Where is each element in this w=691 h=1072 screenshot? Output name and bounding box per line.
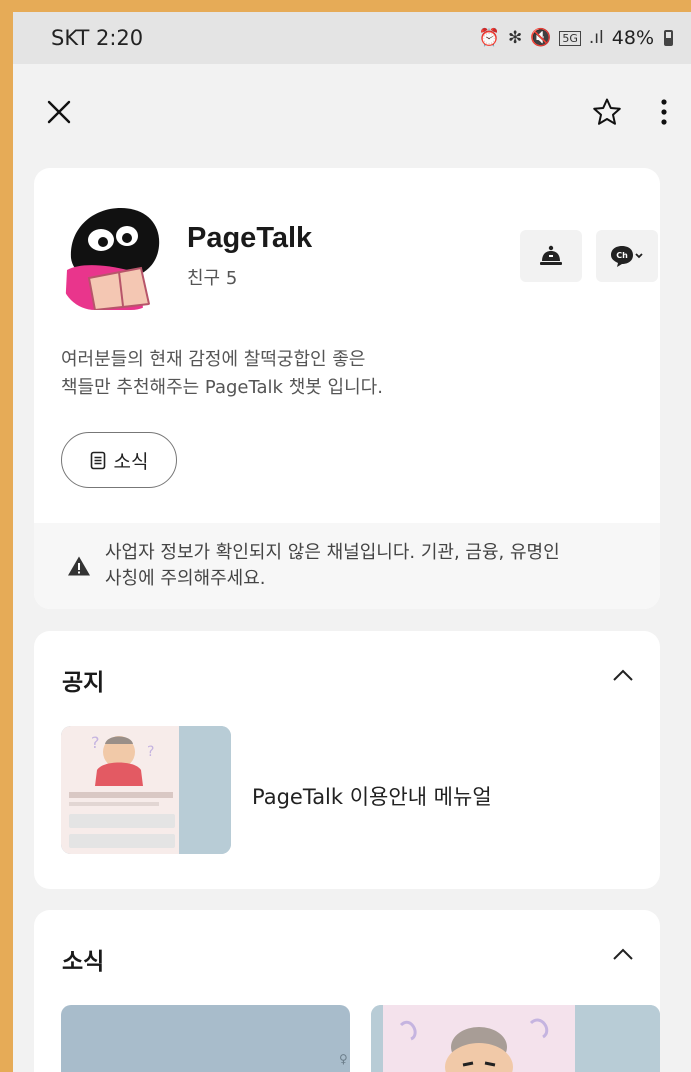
- svg-text:?: ?: [147, 744, 154, 760]
- warning-line: 사칭에 주의해주세요.: [105, 568, 266, 589]
- channel-chat-icon: Ch: [611, 246, 643, 267]
- profile-header: PageTalk 친구 5 Ch: [34, 168, 660, 318]
- description-line: 책들만 추천해주는 PageTalk 챗봇 입니다.: [61, 377, 383, 398]
- warning-banner: 사업자 정보가 확인되지 않은 채널입니다. 기관, 금융, 유명인 사칭에 주…: [34, 523, 660, 609]
- call-bell-button[interactable]: [520, 230, 582, 282]
- star-icon[interactable]: [587, 92, 627, 132]
- network-5g-icon: 5G: [559, 30, 581, 46]
- notice-item-title[interactable]: PageTalk 이용안내 메뉴얼: [252, 781, 492, 811]
- top-bar: [13, 64, 691, 160]
- news-section: 소식 ♀: [34, 910, 660, 1072]
- status-icons: ⏰ ✻ 🔇 5G .ıl 48%: [479, 27, 673, 49]
- more-vertical-icon[interactable]: [657, 92, 671, 132]
- news-thumbnail[interactable]: [371, 1005, 660, 1072]
- description-line: 여러분들의 현재 감정에 찰떡궁합인 좋은: [61, 349, 366, 370]
- document-icon: [90, 451, 105, 469]
- battery-icon: [664, 30, 673, 46]
- notice-thumbnail[interactable]: ? ?: [61, 726, 231, 854]
- mute-icon: 🔇: [530, 28, 552, 48]
- warning-line: 사업자 정보가 확인되지 않은 채널입니다. 기관, 금융, 유명인: [105, 542, 560, 563]
- phone-screen: SKT 2:20 ⏰ ✻ 🔇 5G .ıl 48% PageTalk 친구 5 …: [13, 12, 691, 1072]
- avatar[interactable]: [61, 200, 165, 310]
- notice-section: 공지 ? ? PageTalk 이용안내 메뉴얼: [34, 631, 660, 889]
- news-thumbnail[interactable]: ♀: [61, 1005, 350, 1072]
- signal-icon: .ıl: [588, 28, 604, 48]
- battery-percent: 48%: [611, 27, 654, 49]
- news-title: 소식: [62, 949, 105, 975]
- notice-title: 공지: [62, 670, 105, 696]
- warning-icon: [68, 556, 90, 576]
- friend-count: 친구 5: [187, 268, 238, 289]
- svg-text:?: ?: [91, 733, 100, 752]
- profile-card: PageTalk 친구 5 Ch 여러분들의 현재 감정에 찰떡궁합인 좋은 책…: [34, 168, 660, 609]
- carrier-time: SKT 2:20: [51, 26, 144, 50]
- warning-text: 사업자 정보가 확인되지 않은 채널입니다. 기관, 금융, 유명인 사칭에 주…: [105, 540, 560, 592]
- bluetooth-icon: ✻: [507, 28, 523, 48]
- alarm-icon: ⏰: [478, 28, 500, 48]
- profile-description: 여러분들의 현재 감정에 찰떡궁합인 좋은 책들만 추천해주는 PageTalk…: [34, 318, 660, 402]
- status-bar: SKT 2:20 ⏰ ✻ 🔇 5G .ıl 48%: [13, 12, 691, 64]
- svg-text:♀: ♀: [339, 1052, 348, 1066]
- close-icon[interactable]: [39, 92, 79, 132]
- news-button[interactable]: 소식: [61, 432, 177, 488]
- channel-chat-button[interactable]: Ch: [596, 230, 658, 282]
- chevron-up-icon[interactable]: [612, 667, 634, 686]
- news-button-label: 소식: [113, 450, 149, 473]
- profile-name: PageTalk: [187, 222, 313, 254]
- svg-text:Ch: Ch: [616, 251, 628, 260]
- bell-icon: [540, 245, 562, 265]
- chevron-up-icon[interactable]: [612, 946, 634, 965]
